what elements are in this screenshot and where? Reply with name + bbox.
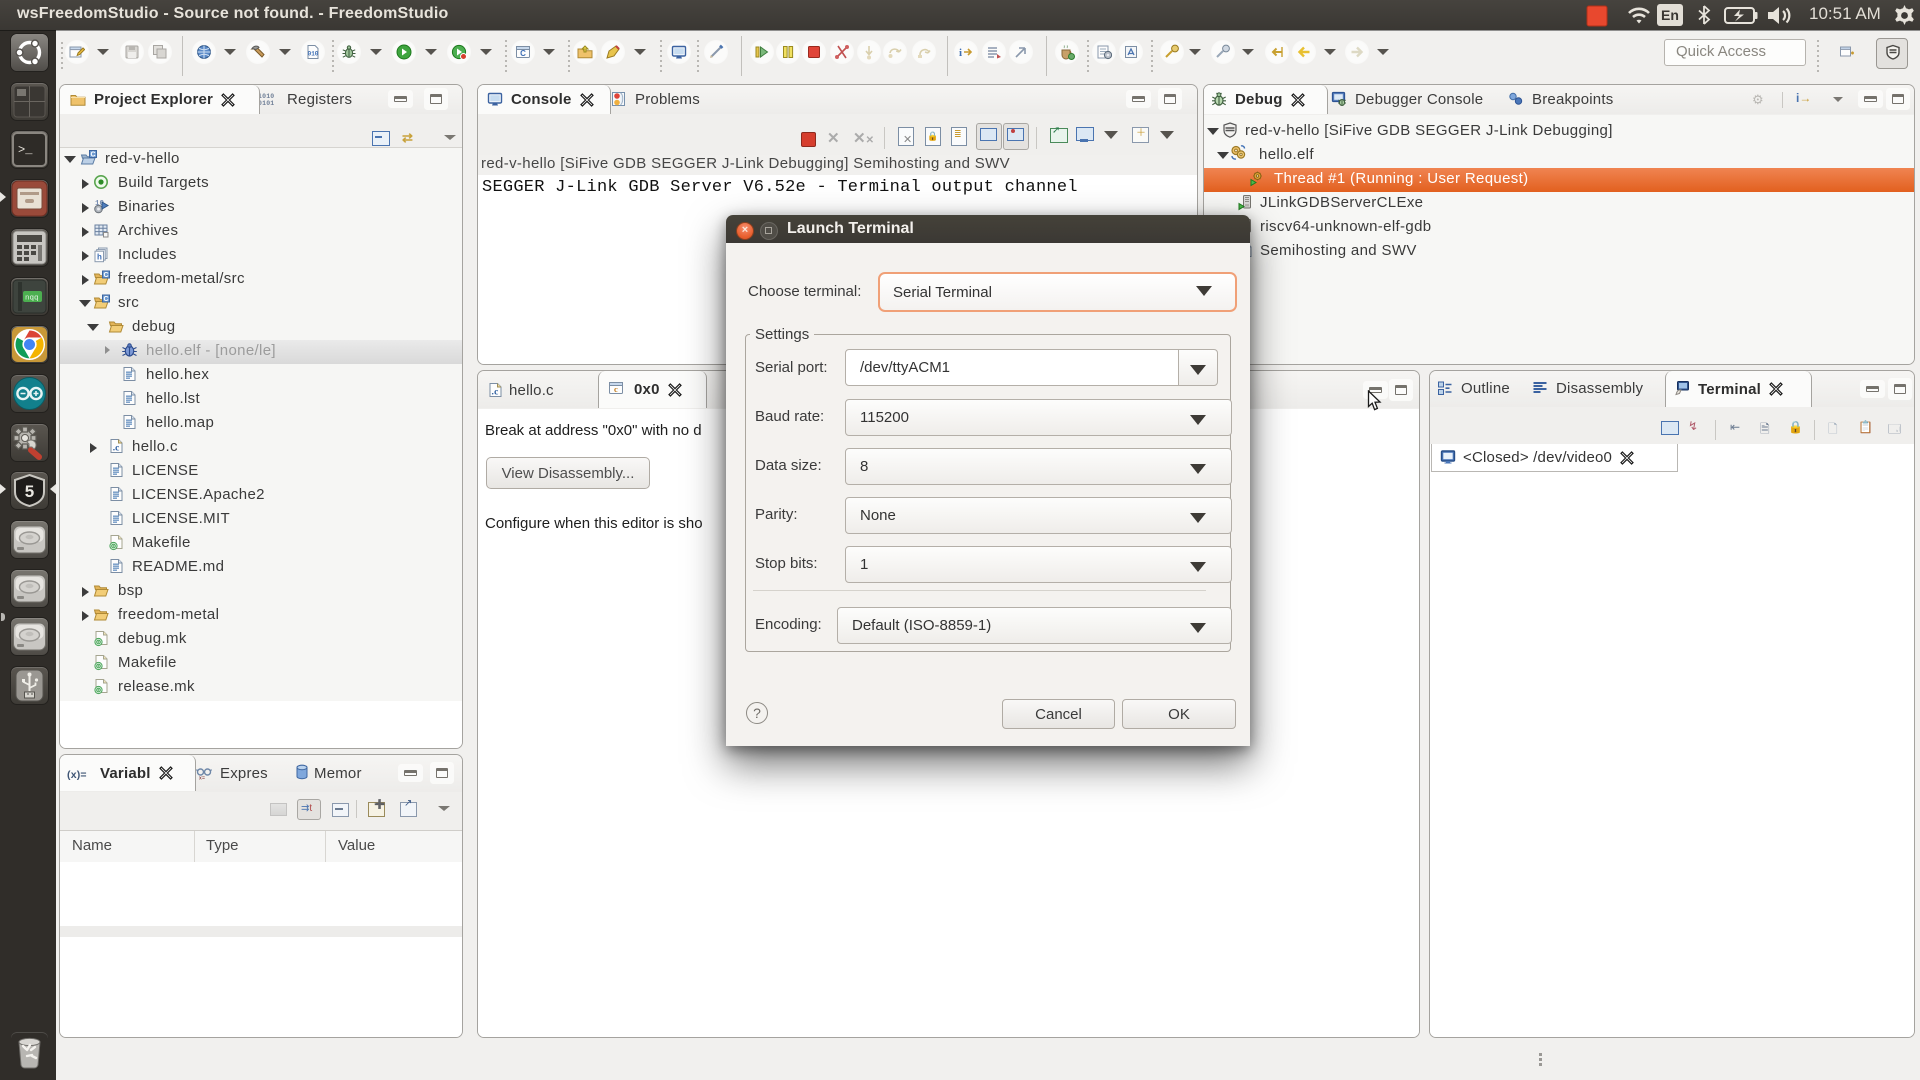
svg-text:nqq: nqq <box>25 295 39 303</box>
svg-text:>_: >_ <box>18 143 33 157</box>
svg-text:5: 5 <box>25 482 34 501</box>
svg-text:i: i <box>959 47 962 59</box>
svg-text:C: C <box>520 49 526 58</box>
svg-text:010: 010 <box>308 51 319 58</box>
